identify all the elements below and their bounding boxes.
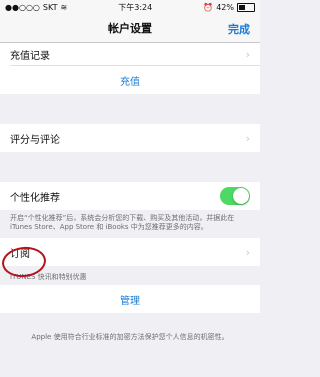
- subscriptions-label: 订阅: [10, 248, 30, 260]
- done-button[interactable]: 完成: [228, 21, 250, 37]
- battery-icon: [236, 2, 255, 12]
- carrier-label: SKT: [42, 2, 58, 12]
- manage-button[interactable]: 管理: [0, 285, 260, 313]
- signal-icon: ●●○○○: [5, 2, 40, 12]
- recharge-record-label: 充值记录: [10, 50, 50, 62]
- alarm-icon: ⏰: [203, 2, 214, 12]
- privacy-footnote: Apple 使用符合行业标准的加密方法保护您个人信息的机密性。: [31, 333, 229, 341]
- personalized-label: 个性化推荐: [10, 192, 60, 204]
- subscriptions-row[interactable]: 订阅 ›: [0, 238, 260, 266]
- navigation-bar: 帐户设置 完成: [0, 14, 260, 43]
- recharge-record-row[interactable]: 充值记录 ›: [0, 43, 260, 65]
- status-bar: ●●○○○ SKT ≋ 下午3:24 ⏰ 42%: [0, 0, 260, 14]
- page-title: 帐户设置: [108, 22, 152, 35]
- chevron-right-icon: ›: [245, 47, 250, 61]
- recharge-button[interactable]: 充值: [0, 66, 260, 94]
- chevron-right-icon: ›: [245, 131, 250, 145]
- personalized-row: 个性化推荐: [0, 182, 260, 210]
- personalized-toggle[interactable]: [220, 187, 250, 205]
- ratings-reviews-row[interactable]: 评分与评论 ›: [0, 124, 260, 152]
- wifi-icon: ≋: [60, 2, 68, 12]
- status-time: 下午3:24: [118, 2, 153, 12]
- itunes-section-header: iTUNES 快讯和特别优惠: [10, 273, 87, 281]
- personalized-footnote: 开启“个性化推荐”后，系统会分析您的下载、购买及其他活动，并据此在 iTunes…: [10, 214, 235, 231]
- chevron-right-icon: ›: [245, 245, 250, 259]
- ratings-label: 评分与评论: [10, 134, 60, 146]
- battery-percent: 42%: [216, 2, 234, 12]
